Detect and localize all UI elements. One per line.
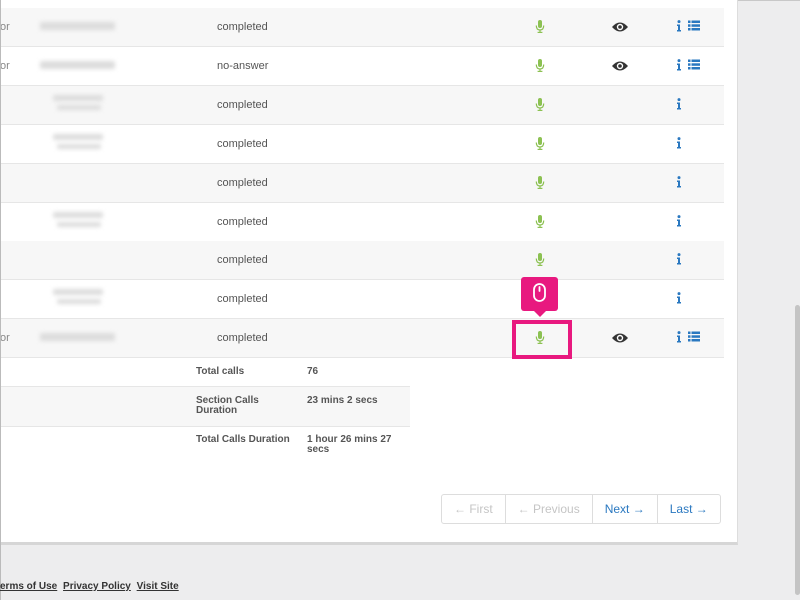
redacted-contact	[40, 164, 130, 202]
info-icon[interactable]	[676, 292, 682, 304]
microphone-icon[interactable]	[535, 176, 547, 189]
table-row: completed	[0, 280, 724, 319]
mouse-click-tooltip	[521, 277, 558, 317]
table-row: or no-answer	[0, 47, 724, 86]
row-prefix: or	[0, 332, 10, 344]
call-status: completed	[217, 177, 268, 189]
privacy-policy-link[interactable]: Privacy Policy	[63, 581, 131, 592]
redacted-contact	[40, 47, 130, 85]
pagination: ← First ← Previous Next → Last →	[441, 494, 721, 524]
section-duration-label: Section Calls Duration	[196, 395, 259, 416]
list-icon[interactable]	[688, 20, 700, 31]
terms-of-use-link[interactable]: erms of Use	[0, 581, 57, 592]
click-target-highlight	[512, 320, 572, 359]
info-icon[interactable]	[676, 215, 682, 227]
list-icon[interactable]	[688, 59, 700, 70]
row-prefix: or	[0, 21, 10, 33]
total-calls-label: Total calls	[196, 366, 245, 377]
scrollbar-thumb[interactable]	[795, 305, 800, 595]
eye-icon[interactable]	[611, 60, 629, 72]
call-status: completed	[217, 254, 268, 266]
table-row: or completed	[0, 319, 724, 358]
redacted-contact	[40, 280, 130, 318]
microphone-icon[interactable]	[535, 137, 547, 150]
call-status: completed	[217, 138, 268, 150]
previous-page-button[interactable]: ← Previous	[506, 495, 593, 523]
summary-row-total-duration: Total Calls Duration 1 hour 26 mins 27 s…	[0, 427, 410, 467]
table-row: completed	[0, 203, 724, 242]
last-page-button[interactable]: Last →	[658, 495, 720, 523]
call-status: completed	[217, 293, 268, 305]
visit-site-link[interactable]: Visit Site	[137, 581, 179, 592]
calls-card: or completed or no-answer completed completed…	[0, 0, 738, 545]
redacted-contact	[40, 241, 130, 279]
eye-icon[interactable]	[611, 332, 629, 344]
summary-row-total-calls: Total calls 76	[0, 357, 410, 387]
table-row: or completed	[0, 8, 724, 47]
microphone-icon[interactable]	[535, 98, 547, 111]
footer-links: erms of Use Privacy Policy Visit Site	[0, 581, 182, 592]
list-icon[interactable]	[688, 331, 700, 342]
redacted-contact	[40, 203, 130, 241]
microphone-icon[interactable]	[535, 253, 547, 266]
mouse-icon	[533, 283, 546, 302]
total-calls-value: 76	[307, 366, 319, 377]
redacted-contact	[40, 86, 130, 124]
call-status: completed	[217, 216, 268, 228]
total-duration-value: 1 hour 26 mins 27 secs	[307, 434, 392, 455]
microphone-icon[interactable]	[535, 215, 547, 228]
redacted-contact	[40, 8, 130, 46]
info-icon[interactable]	[676, 59, 682, 71]
left-border	[0, 0, 1, 600]
info-icon[interactable]	[676, 137, 682, 149]
total-duration-label: Total Calls Duration	[196, 434, 290, 445]
summary-row-section-duration: Section Calls Duration 23 mins 2 secs	[0, 387, 410, 427]
table-row: completed	[0, 125, 724, 164]
next-page-button[interactable]: Next →	[593, 495, 658, 523]
call-status: completed	[217, 99, 268, 111]
microphone-icon[interactable]	[535, 59, 547, 72]
info-icon[interactable]	[676, 176, 682, 188]
eye-icon[interactable]	[611, 21, 629, 33]
call-status: completed	[217, 332, 268, 344]
section-duration-value: 23 mins 2 secs	[307, 395, 378, 406]
table-row: completed	[0, 164, 724, 203]
table-row: completed	[0, 241, 724, 280]
call-status: no-answer	[217, 60, 269, 72]
redacted-contact	[40, 125, 130, 163]
redacted-contact	[40, 319, 130, 357]
call-status: completed	[217, 21, 268, 33]
table-row: completed	[0, 86, 724, 125]
microphone-icon[interactable]	[535, 20, 547, 33]
info-icon[interactable]	[676, 98, 682, 110]
info-icon[interactable]	[676, 20, 682, 32]
info-icon[interactable]	[676, 253, 682, 265]
info-icon[interactable]	[676, 331, 682, 343]
row-prefix: or	[0, 60, 10, 72]
first-page-button[interactable]: ← First	[442, 495, 506, 523]
